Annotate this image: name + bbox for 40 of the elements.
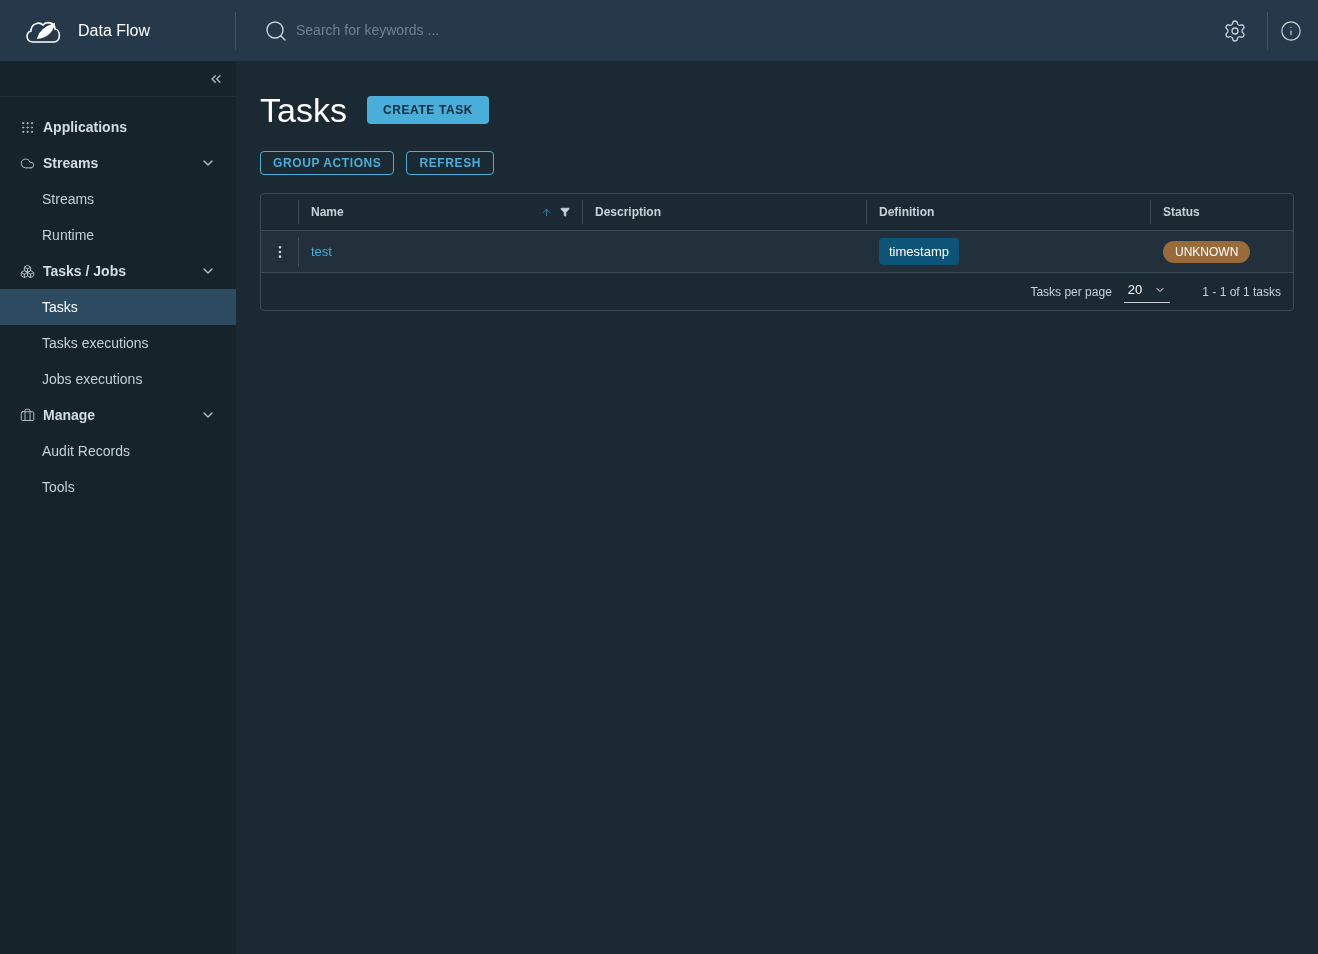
nav-item[interactable]: Audit Records [0, 433, 236, 469]
nav-group[interactable]: Streams [0, 145, 236, 181]
status-badge: UNKNOWN [1163, 240, 1251, 263]
nav-label: Applications [43, 117, 128, 137]
nav-item[interactable]: Jobs executions [0, 361, 236, 397]
nav-item[interactable]: Tools [0, 469, 236, 505]
nav-label: Streams [43, 153, 100, 173]
nav-group[interactable]: Manage [0, 397, 236, 433]
column-header[interactable]: Description [595, 203, 854, 221]
column-header[interactable]: Name [311, 203, 541, 221]
column-header[interactable]: Definition [879, 203, 1138, 221]
nav-item[interactable]: Tasks executions [0, 325, 236, 361]
outline-button[interactable]: GROUP ACTIONS [260, 151, 395, 175]
nav-icon [20, 263, 35, 279]
nav-label: Manage [43, 405, 97, 425]
column-header[interactable]: Status [1163, 203, 1281, 221]
app-title: Data Flow [78, 20, 151, 41]
filter-icon[interactable] [560, 207, 570, 217]
nav-icon [20, 155, 35, 171]
per-page-select[interactable]: 20 [1123, 280, 1171, 303]
nav-icon [20, 407, 35, 423]
nav-icon [20, 119, 35, 135]
create-task-button[interactable]: CREATE TASK [366, 96, 490, 124]
search-icon [264, 18, 288, 43]
sort-icon[interactable] [541, 206, 552, 218]
settings-icon[interactable] [1223, 18, 1247, 43]
outline-button[interactable]: REFRESH [406, 151, 495, 175]
per-page-label: Tasks per page [1030, 283, 1112, 301]
nav-item[interactable]: Tasks [0, 289, 236, 325]
search-field[interactable]: Search for keywords ... [296, 20, 696, 41]
info-icon[interactable] [1280, 19, 1302, 42]
nav-item[interactable]: Runtime [0, 217, 236, 253]
nav-group[interactable]: Applications [0, 109, 236, 145]
nav-label: Tasks / Jobs [43, 261, 127, 281]
pagination-range: 1 - 1 of 1 tasks [1202, 283, 1281, 301]
nav-group[interactable]: Tasks / Jobs [0, 253, 236, 289]
definition-tag: timestamp [879, 237, 959, 266]
page-title: Tasks [260, 93, 347, 127]
task-name-link[interactable]: test [311, 243, 332, 259]
nav-item[interactable]: Streams [0, 181, 236, 217]
